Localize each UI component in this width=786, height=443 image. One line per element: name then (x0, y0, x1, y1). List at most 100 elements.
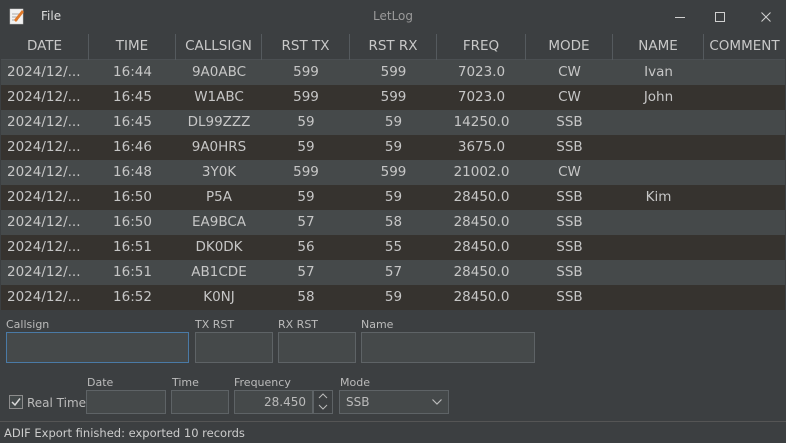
cell-mode[interactable]: SSB (526, 185, 613, 210)
cell-rst-rx[interactable]: 57 (350, 260, 437, 285)
rx-rst-input[interactable] (278, 332, 356, 363)
table-row[interactable]: 2024/12/... 16:45 DL99ZZZ 59 59 14250.0 SSB (1, 110, 785, 135)
date-input[interactable] (86, 390, 166, 414)
cell-freq[interactable]: 28450.0 (437, 235, 526, 260)
cell-date[interactable]: 2024/12/... (1, 135, 89, 160)
cell-mode[interactable]: SSB (526, 285, 613, 310)
cell-mode[interactable]: SSB (526, 110, 613, 135)
column-header-time[interactable]: TIME (89, 34, 176, 60)
cell-date[interactable]: 2024/12/... (1, 235, 89, 260)
cell-freq[interactable]: 28450.0 (437, 185, 526, 210)
column-header-name[interactable]: NAME (613, 34, 704, 60)
spinner-down-icon[interactable] (314, 402, 332, 413)
cell-comment[interactable] (704, 185, 785, 210)
column-header-rst-rx[interactable]: RST RX (350, 34, 437, 60)
cell-freq[interactable]: 14250.0 (437, 110, 526, 135)
cell-freq[interactable]: 28450.0 (437, 285, 526, 310)
cell-mode[interactable]: CW (526, 160, 613, 185)
cell-time[interactable]: 16:46 (89, 135, 176, 160)
cell-rst-tx[interactable]: 57 (262, 260, 350, 285)
cell-date[interactable]: 2024/12/... (1, 185, 89, 210)
cell-date[interactable]: 2024/12/... (1, 160, 89, 185)
cell-rst-rx[interactable]: 599 (350, 85, 437, 110)
cell-time[interactable]: 16:50 (89, 185, 176, 210)
time-input[interactable] (171, 390, 229, 414)
table-row[interactable]: 2024/12/... 16:45 W1ABC 599 599 7023.0 CW John (1, 85, 785, 110)
cell-callsign[interactable]: EA9BCA (176, 210, 262, 235)
cell-callsign[interactable]: 9A0ABC (176, 60, 262, 85)
table-row[interactable]: 2024/12/... 16:52 K0NJ 58 59 28450.0 SSB (1, 285, 785, 310)
cell-date[interactable]: 2024/12/... (1, 60, 89, 85)
cell-rst-tx[interactable]: 59 (262, 110, 350, 135)
cell-rst-rx[interactable]: 59 (350, 285, 437, 310)
cell-mode[interactable]: SSB (526, 235, 613, 260)
cell-date[interactable]: 2024/12/... (1, 260, 89, 285)
cell-callsign[interactable]: P5A (176, 185, 262, 210)
cell-mode[interactable]: SSB (526, 260, 613, 285)
cell-time[interactable]: 16:51 (89, 260, 176, 285)
table-row[interactable]: 2024/12/... 16:46 9A0HRS 59 59 3675.0 SSB (1, 135, 785, 160)
cell-callsign[interactable]: 9A0HRS (176, 135, 262, 160)
cell-date[interactable]: 2024/12/... (1, 210, 89, 235)
cell-name[interactable]: Kim (613, 185, 704, 210)
cell-time[interactable]: 16:50 (89, 210, 176, 235)
cell-name[interactable]: Ivan (613, 60, 704, 85)
cell-rst-tx[interactable]: 59 (262, 135, 350, 160)
cell-rst-rx[interactable]: 55 (350, 235, 437, 260)
frequency-input[interactable]: 28.450 (234, 390, 313, 414)
minimize-button[interactable] (660, 0, 700, 33)
cell-comment[interactable] (704, 110, 785, 135)
table-row[interactable]: 2024/12/... 16:44 9A0ABC 599 599 7023.0 CW Ivan (1, 60, 785, 85)
table-row[interactable]: 2024/12/... 16:51 DK0DK 56 55 28450.0 SSB (1, 235, 785, 260)
mode-select[interactable]: SSB (339, 390, 449, 414)
cell-comment[interactable] (704, 235, 785, 260)
frequency-spinner[interactable] (313, 390, 333, 414)
cell-callsign[interactable]: 3Y0K (176, 160, 262, 185)
cell-freq[interactable]: 7023.0 (437, 60, 526, 85)
cell-date[interactable]: 2024/12/... (1, 285, 89, 310)
cell-callsign[interactable]: DL99ZZZ (176, 110, 262, 135)
cell-name[interactable] (613, 260, 704, 285)
real-time-checkbox[interactable] (9, 395, 23, 409)
cell-mode[interactable]: CW (526, 60, 613, 85)
cell-callsign[interactable]: AB1CDE (176, 260, 262, 285)
cell-date[interactable]: 2024/12/... (1, 110, 89, 135)
column-header-comment[interactable]: COMMENT (704, 34, 785, 60)
log-table[interactable]: DATE TIME CALLSIGN RST TX RST RX FREQ MO… (1, 34, 785, 310)
cell-comment[interactable] (704, 85, 785, 110)
cell-rst-rx[interactable]: 59 (350, 110, 437, 135)
cell-rst-rx[interactable]: 58 (350, 210, 437, 235)
cell-name[interactable]: John (613, 85, 704, 110)
cell-name[interactable] (613, 210, 704, 235)
cell-name[interactable] (613, 135, 704, 160)
cell-mode[interactable]: SSB (526, 210, 613, 235)
cell-name[interactable] (613, 285, 704, 310)
spinner-up-icon[interactable] (314, 391, 332, 402)
callsign-input[interactable] (6, 332, 189, 363)
maximize-button[interactable] (700, 0, 740, 33)
cell-callsign[interactable]: K0NJ (176, 285, 262, 310)
cell-comment[interactable] (704, 210, 785, 235)
cell-rst-tx[interactable]: 599 (262, 60, 350, 85)
table-row[interactable]: 2024/12/... 16:50 P5A 59 59 28450.0 SSB Kim (1, 185, 785, 210)
cell-rst-tx[interactable]: 599 (262, 85, 350, 110)
cell-time[interactable]: 16:51 (89, 235, 176, 260)
cell-date[interactable]: 2024/12/... (1, 85, 89, 110)
cell-rst-tx[interactable]: 59 (262, 185, 350, 210)
cell-rst-tx[interactable]: 599 (262, 160, 350, 185)
cell-rst-tx[interactable]: 58 (262, 285, 350, 310)
cell-freq[interactable]: 28450.0 (437, 260, 526, 285)
cell-rst-rx[interactable]: 59 (350, 135, 437, 160)
cell-rst-tx[interactable]: 57 (262, 210, 350, 235)
name-input[interactable] (361, 332, 535, 363)
table-row[interactable]: 2024/12/... 16:48 3Y0K 599 599 21002.0 CW (1, 160, 785, 185)
cell-freq[interactable]: 7023.0 (437, 85, 526, 110)
cell-time[interactable]: 16:45 (89, 85, 176, 110)
table-row[interactable]: 2024/12/... 16:50 EA9BCA 57 58 28450.0 SSB (1, 210, 785, 235)
cell-rst-rx[interactable]: 599 (350, 160, 437, 185)
column-header-mode[interactable]: MODE (526, 34, 613, 60)
cell-time[interactable]: 16:44 (89, 60, 176, 85)
cell-freq[interactable]: 21002.0 (437, 160, 526, 185)
cell-comment[interactable] (704, 285, 785, 310)
cell-callsign[interactable]: DK0DK (176, 235, 262, 260)
